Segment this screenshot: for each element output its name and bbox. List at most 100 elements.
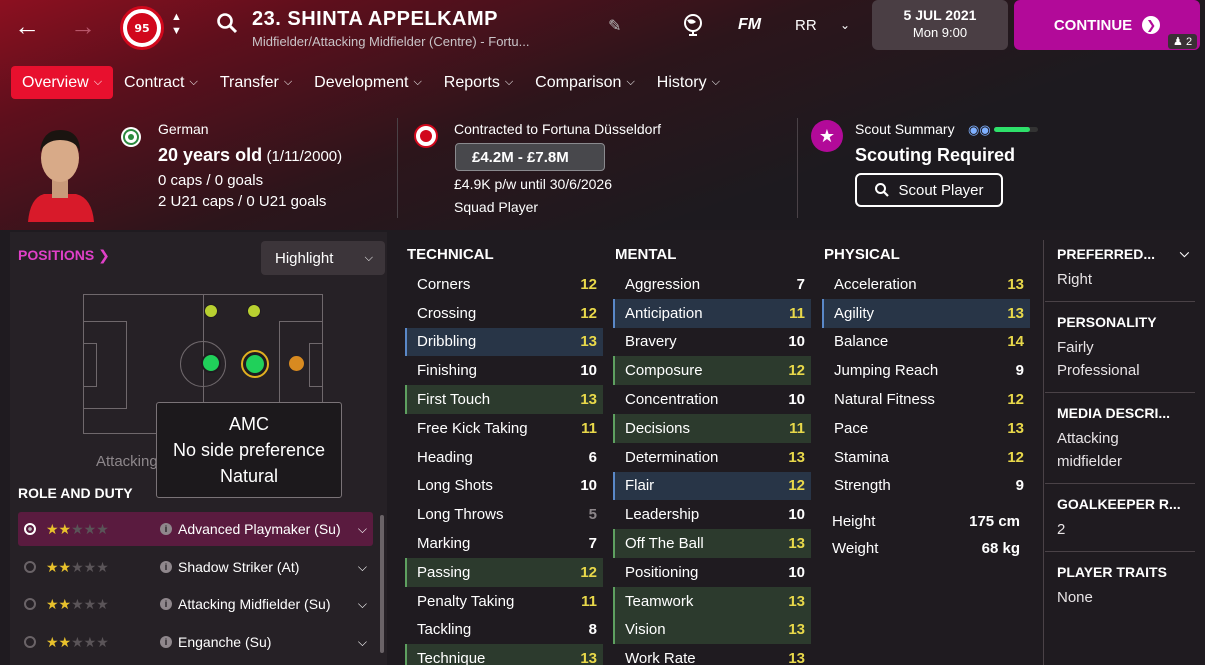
role-radio[interactable] <box>24 523 36 535</box>
attribute-row[interactable]: Crossing 12 <box>405 299 603 328</box>
back-arrow-icon[interactable]: ← <box>14 13 40 39</box>
role-and-duty-title: ROLE AND DUTY <box>18 485 133 501</box>
attribute-row[interactable]: Flair 12 <box>613 471 811 501</box>
scout-player-button[interactable]: Scout Player <box>855 173 1003 207</box>
position-dot-natural[interactable] <box>201 353 221 373</box>
chevron-down-icon[interactable]: ⌵ <box>358 560 367 575</box>
tab-reports[interactable]: Reports ⌵ <box>433 66 524 99</box>
attribute-row[interactable]: Stamina 12 <box>822 443 1030 472</box>
role-row[interactable]: ★★★★★ i Shadow Striker (At) ⌵ <box>18 550 373 584</box>
tab-comparison[interactable]: Comparison ⌵ <box>524 66 646 99</box>
search-icon[interactable] <box>216 12 238 39</box>
tab-transfer[interactable]: Transfer ⌵ <box>209 66 303 99</box>
technical-title: TECHNICAL <box>407 246 494 263</box>
player-subtitle: Midfielder/Attacking Midfielder (Centre)… <box>252 34 530 49</box>
info-icon[interactable]: i <box>160 561 172 573</box>
player-avatar <box>24 118 96 227</box>
attribute-row[interactable]: Bravery 10 <box>613 328 811 357</box>
attribute-row[interactable]: Jumping Reach 9 <box>822 356 1030 385</box>
club-badge-text: 95 <box>127 13 157 43</box>
attribute-row[interactable]: Vision 13 <box>613 615 811 645</box>
globe-icon[interactable] <box>683 14 703 41</box>
user-icon: ♟ <box>1173 36 1183 48</box>
tab-overview[interactable]: Overview ⌵ <box>11 66 114 99</box>
position-dot[interactable] <box>204 304 218 318</box>
attribute-row[interactable]: Long Shots 10 <box>405 472 603 501</box>
role-radio[interactable] <box>24 598 36 610</box>
roles-scrollbar[interactable] <box>380 515 384 653</box>
attribute-row[interactable]: Pace 13 <box>822 414 1030 443</box>
attribute-row[interactable]: Strength 9 <box>822 472 1030 501</box>
attribute-row[interactable]: Leadership 10 <box>613 500 811 529</box>
attribute-row[interactable]: Natural Fitness 12 <box>822 385 1030 414</box>
rr-label[interactable]: RR <box>795 17 817 34</box>
chevron-down-icon[interactable]: ⌵ <box>358 522 367 537</box>
attribute-row[interactable]: Free Kick Taking 11 <box>405 414 603 443</box>
attribute-row[interactable]: Decisions 11 <box>613 413 811 443</box>
scouting-status: Scouting Required <box>855 145 1016 165</box>
attribute-row[interactable]: Heading 6 <box>405 443 603 472</box>
attribute-row[interactable]: First Touch 13 <box>405 385 603 414</box>
attribute-row[interactable]: Corners 12 <box>405 270 603 299</box>
attribute-row[interactable]: Positioning 10 <box>613 558 811 587</box>
tab-bar: Overview ⌵ Contract ⌵ Transfer ⌵ Developmen… <box>11 66 731 99</box>
chevron-down-icon[interactable]: ⌵ <box>1180 246 1189 262</box>
attribute-row[interactable]: Composure 12 <box>613 356 811 386</box>
transfer-value-pill[interactable]: £4.2M - £7.8M <box>455 143 605 171</box>
role-row[interactable]: ★★★★★ i Advanced Playmaker (Su) ⌵ <box>18 512 373 546</box>
player-switch-chevrons-icon[interactable]: ▲ ▼ <box>171 10 182 38</box>
role-row[interactable]: ★★★★★ i Enganche (Su) ⌵ <box>18 625 373 659</box>
attribute-row[interactable]: Tackling 8 <box>405 616 603 645</box>
role-row[interactable]: ★★★★★ i Attacking Midfielder (Su) ⌵ <box>18 587 373 621</box>
goalkeeper-rating-section: GOALKEEPER R... 2 <box>1045 484 1195 552</box>
club-badge[interactable]: 95 <box>120 6 164 50</box>
preferred-foot-section[interactable]: PREFERRED... ⌵ Right <box>1045 232 1195 302</box>
info-icon[interactable]: i <box>160 523 172 535</box>
attribute-row[interactable]: Determination 13 <box>613 443 811 472</box>
role-radio[interactable] <box>24 561 36 573</box>
positions-title[interactable]: POSITIONS ❯ <box>18 247 110 264</box>
attribute-row[interactable]: Work Rate 13 <box>613 644 811 665</box>
attribute-row[interactable]: Aggression 7 <box>613 270 811 299</box>
star-icon: ★ <box>811 120 843 152</box>
attribute-row[interactable]: Teamwork 13 <box>613 586 811 616</box>
attribute-row[interactable]: Marking 7 <box>405 529 603 558</box>
tab-contract[interactable]: Contract ⌵ <box>113 66 209 99</box>
role-name: Attacking Midfielder (Su) <box>178 596 331 612</box>
forward-arrow-icon[interactable]: → <box>70 13 96 39</box>
attribute-row[interactable]: Balance 14 <box>822 328 1030 357</box>
gk-value: 2 <box>1057 521 1066 538</box>
info-icon[interactable]: i <box>160 598 172 610</box>
attribute-row[interactable]: Agility 13 <box>822 298 1030 328</box>
attribute-row[interactable]: Penalty Taking 11 <box>405 587 603 616</box>
attribute-row[interactable]: Technique 13 <box>405 644 603 665</box>
current-time: Mon 9:00 <box>912 25 968 40</box>
mental-title: MENTAL <box>615 246 677 263</box>
divider <box>1043 240 1044 665</box>
attribute-row[interactable]: Concentration 10 <box>613 385 811 414</box>
role-radio[interactable] <box>24 636 36 648</box>
position-dot[interactable] <box>289 356 304 371</box>
highlight-dropdown[interactable]: Highlight ⌵ <box>261 241 385 275</box>
chevron-down-icon[interactable]: ⌵ <box>358 597 367 612</box>
divider <box>397 118 398 218</box>
attribute-row[interactable]: Long Throws 5 <box>405 500 603 529</box>
attribute-row[interactable]: Finishing 10 <box>405 356 603 385</box>
attribute-row[interactable]: Acceleration 13 <box>822 270 1030 299</box>
tab-development[interactable]: Development ⌵ <box>303 66 433 99</box>
position-dot-selected[interactable] <box>241 350 269 378</box>
attribute-row[interactable]: Passing 12 <box>405 557 603 587</box>
edit-pencil-icon[interactable]: ✎ <box>608 16 621 36</box>
attribute-row[interactable]: Anticipation 11 <box>613 298 811 328</box>
nationality: German <box>158 121 209 137</box>
attribute-row[interactable]: Off The Ball 13 <box>613 529 811 558</box>
position-dot[interactable] <box>247 304 261 318</box>
chevron-down-icon[interactable]: ⌄ <box>840 18 850 32</box>
tab-history[interactable]: History ⌵ <box>646 66 731 99</box>
contract-club: Contracted to Fortuna Düsseldorf <box>454 121 661 137</box>
date-box[interactable]: 5 JUL 2021 Mon 9:00 <box>872 0 1008 50</box>
attribute-row[interactable]: Dribbling 13 <box>405 327 603 357</box>
fm-logo[interactable]: FM <box>738 16 761 34</box>
chevron-down-icon[interactable]: ⌵ <box>358 635 367 650</box>
info-icon[interactable]: i <box>160 636 172 648</box>
